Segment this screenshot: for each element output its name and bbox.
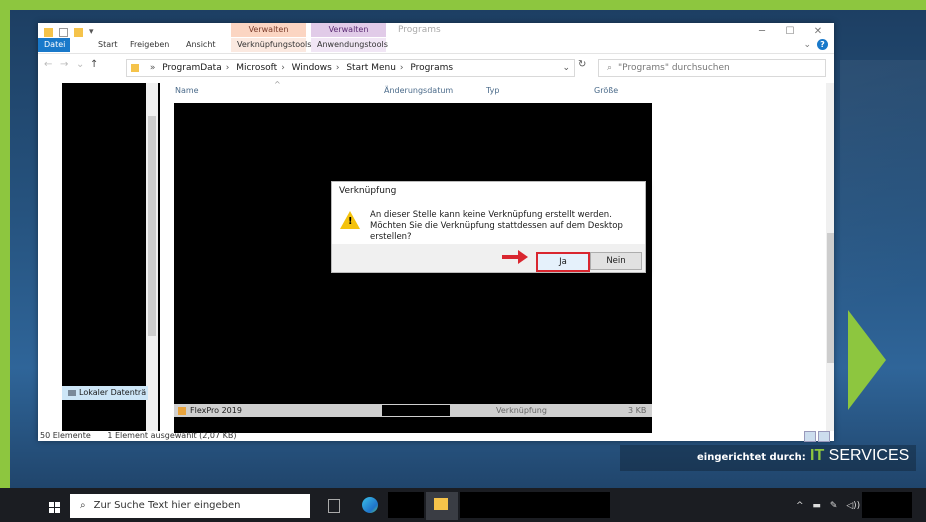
tab-anwendungstools[interactable]: Anwendungstools [311,38,388,52]
back-icon[interactable]: ← [44,59,52,70]
details-view-icon[interactable] [804,431,816,442]
chevron-right-icon: › [399,63,404,73]
folder-icon [131,63,139,72]
folder-icon[interactable] [44,27,53,37]
sort-indicator-icon: ^ [274,80,281,89]
file-explorer-icon[interactable] [434,498,448,510]
nav-item-local-drive[interactable]: Lokaler Datenträ [62,386,148,400]
ribbon-tabs: Datei Start Freigeben Ansicht Verknüpfun… [38,37,834,54]
selection-info: 1 Element ausgewählt (2,07 KB) [107,431,237,440]
shortcut-icon [178,406,186,415]
tab-ansicht[interactable]: Ansicht [180,38,222,52]
pen-icon[interactable]: ✎ [830,501,838,511]
breadcrumb-programdata[interactable]: ProgramData [162,63,221,73]
new-folder-icon[interactable] [74,27,83,37]
forward-icon[interactable]: → [60,59,68,70]
dialog-title: Verknüpfung [339,186,397,196]
redacted-date [382,405,450,416]
yes-button[interactable]: Ja [536,252,590,272]
file-type: Verknüpfung [496,406,547,415]
column-header-name[interactable]: Name [175,86,199,95]
column-header-size[interactable]: Größe [594,86,618,95]
checkbox-icon[interactable] [59,27,68,37]
no-button[interactable]: Nein [590,252,642,270]
task-view-icon[interactable] [328,499,340,513]
network-icon[interactable]: ▬ [812,501,821,511]
context-header-verknuepfungstools: Verwalten [231,23,306,37]
chevron-up-icon[interactable]: ^ [796,501,804,511]
warning-exclamation: ! [348,216,353,227]
redacted-clock [862,492,912,518]
recent-icon[interactable]: ⌄ [76,59,84,70]
redacted-taskbar-apps [460,492,610,518]
context-header-anwendungstools: Verwalten [311,23,386,37]
file-size: 3 KB [628,406,647,415]
refresh-icon[interactable]: ↻ [578,59,586,70]
address-row: ← → ⌄ ↑ » ProgramData › Microsoft › Window… [38,56,834,78]
dialog-message: An dieser Stelle kann keine Verknüpfung … [370,210,623,242]
tab-freigeben[interactable]: Freigeben [124,38,175,52]
system-tray[interactable]: ^ ▬ ✎ ◁)) [796,501,860,511]
taskbar-search-input[interactable]: ⌕ Zur Suche Text hier eingeben [70,494,310,518]
shortcut-dialog: Verknüpfung ! An dieser Stelle kann kein… [331,181,646,273]
red-arrow-head-icon [518,250,528,264]
tiles-view-icon[interactable] [818,431,830,442]
search-input[interactable]: ⌕ "Programs" durchsuchen [598,59,826,77]
column-header-date[interactable]: Änderungsdatum [384,86,453,95]
file-name: FlexPro 2019 [190,406,242,415]
status-bar: 50 Elemente 1 Element ausgewählt (2,07 K… [38,431,834,441]
search-icon: ⌕ [607,63,613,73]
search-icon: ⌕ [80,500,86,511]
item-count: 50 Elemente [40,431,91,440]
branding-logo: IT SERVICES [810,447,910,464]
breadcrumb-programs[interactable]: Programs [410,63,453,73]
drive-icon [68,389,76,396]
chevron-right-icon: › [225,63,230,73]
windows-start-icon[interactable] [49,502,61,514]
volume-icon[interactable]: ◁)) [846,501,860,511]
breadcrumb-start-menu[interactable]: Start Menu [346,63,396,73]
view-toggle [804,431,830,442]
breadcrumb-microsoft[interactable]: Microsoft [236,63,277,73]
expand-ribbon-icon[interactable]: ⌄ [803,40,811,50]
address-bar[interactable]: » ProgramData › Microsoft › Windows › Start… [126,59,575,77]
help-icon[interactable]: ? [817,39,828,50]
chevron-right-icon: › [335,63,340,73]
breadcrumb-windows[interactable]: Windows [292,63,332,73]
branding-label: eingerichtet durch: [697,452,806,463]
chevron-right-icon: › [281,63,285,73]
file-list-scroll-thumb[interactable] [827,233,834,363]
wallpaper-chevron [848,310,886,410]
redacted-taskbar-app [388,492,424,518]
breadcrumb-overflow[interactable]: » [150,63,156,73]
dropdown-icon[interactable]: ▾ [89,27,94,37]
ribbon-right-controls: ⌄ ? [803,39,828,50]
chevron-down-icon[interactable]: ⌄ [562,60,570,76]
tab-start[interactable]: Start [92,38,124,52]
tab-datei[interactable]: Datei [38,38,70,52]
navigation-pane-scroll-thumb[interactable] [148,116,156,336]
up-icon[interactable]: ↑ [90,59,98,70]
quick-access-toolbar: ▾ [44,27,94,37]
edge-browser-icon[interactable] [362,497,378,513]
column-header-type[interactable]: Typ [486,86,499,95]
window-title: Programs [398,25,441,35]
tab-verknuepfungstools[interactable]: Verknüpfungstools [231,38,311,52]
